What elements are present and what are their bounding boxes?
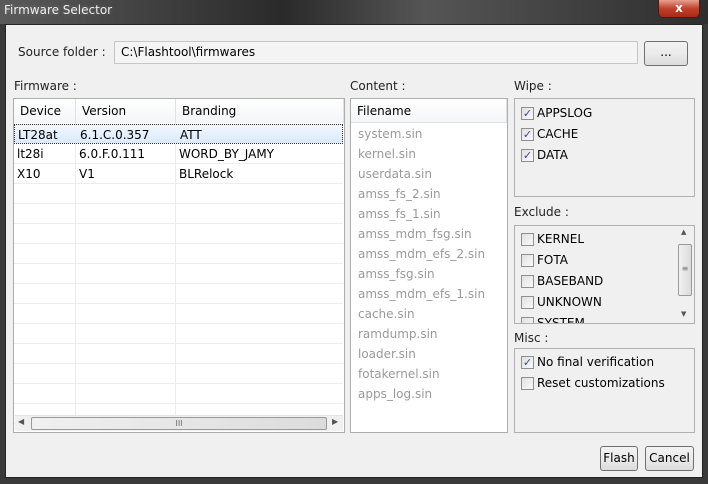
column-device[interactable]: Device — [14, 99, 76, 123]
source-folder-input[interactable]: C:\Flashtool\firmwares — [114, 41, 638, 64]
scroll-left-icon[interactable]: ◀ — [18, 417, 24, 426]
checkbox-icon[interactable]: ✓ — [521, 355, 534, 369]
table-row[interactable]: LT28at 6.1.C.0.357 ATT — [14, 124, 343, 144]
checkbox-label: APPSLOG — [537, 106, 593, 120]
title-bar[interactable]: Firmware Selector x — [0, 0, 708, 24]
file-item[interactable]: amss_mdm_efs_1.sin — [358, 287, 485, 301]
wipe-label: Wipe : — [514, 79, 552, 93]
horizontal-scrollbar[interactable]: ◀ III ▶ — [15, 415, 343, 431]
checkbox-label: BASEBAND — [537, 274, 604, 288]
checkbox-label: CACHE — [537, 127, 579, 141]
scroll-thumb[interactable]: ≡ — [678, 244, 692, 296]
branding-cell: ATT — [180, 128, 202, 142]
checkbox-appslog[interactable]: ✓ APPSLOG — [521, 106, 592, 120]
table-row[interactable]: lt28i 6.0.F.0.111 WORD_BY_JAMY — [14, 144, 343, 164]
file-item[interactable]: userdata.sin — [358, 167, 432, 181]
checkbox-label: DATA — [537, 148, 568, 162]
checkbox-icon[interactable]: ✓ — [521, 106, 534, 120]
device-cell: LT28at — [18, 128, 58, 142]
checkbox-data[interactable]: ✓ DATA — [521, 148, 568, 162]
misc-group: ✓ No final verification Reset customizatio… — [514, 348, 695, 433]
source-folder-label: Source folder : — [18, 45, 106, 59]
checkbox-icon[interactable] — [521, 253, 534, 267]
version-cell: 6.0.F.0.111 — [79, 147, 146, 161]
empty-row — [14, 224, 343, 244]
file-item[interactable]: amss_fs_2.sin — [358, 187, 441, 201]
empty-row — [14, 324, 343, 344]
device-cell: lt28i — [17, 147, 44, 161]
file-item[interactable]: amss_fsg.sin — [358, 267, 435, 281]
scroll-up-icon[interactable]: ▲ — [681, 228, 686, 236]
empty-row — [14, 284, 343, 304]
checkbox-label: Reset customizations — [537, 376, 665, 390]
empty-row — [14, 364, 343, 384]
checkbox-label: KERNEL — [537, 232, 585, 246]
empty-row — [14, 184, 343, 204]
file-item[interactable]: fotakernel.sin — [358, 367, 440, 381]
checkbox-icon[interactable] — [521, 295, 534, 309]
empty-row — [14, 204, 343, 224]
exclude-group: KERNEL FOTA BASEBAND UNKNOWN SYSTEM ▲ ≡ ▼ — [514, 225, 695, 324]
firmware-table[interactable]: Device Version Branding LT28at 6.1.C.0.35… — [13, 98, 345, 433]
cancel-button[interactable]: Cancel — [645, 446, 694, 471]
checkbox-no-final-verification[interactable]: ✓ No final verification — [521, 355, 654, 369]
checkbox-icon[interactable] — [521, 376, 534, 390]
scroll-down-icon[interactable]: ▼ — [681, 310, 686, 318]
checkbox-label: FOTA — [537, 253, 568, 267]
empty-row — [14, 304, 343, 324]
checkbox-icon[interactable]: ✓ — [521, 127, 534, 141]
empty-row — [14, 244, 343, 264]
checkbox-label: UNKNOWN — [537, 295, 602, 309]
checkbox-system[interactable]: SYSTEM — [521, 316, 585, 324]
flash-button[interactable]: Flash — [600, 446, 638, 471]
empty-row — [14, 264, 343, 284]
wipe-group: ✓ APPSLOG ✓ CACHE ✓ DATA — [514, 98, 695, 197]
checkbox-cache[interactable]: ✓ CACHE — [521, 127, 578, 141]
checkbox-baseband[interactable]: BASEBAND — [521, 274, 603, 288]
file-item[interactable]: cache.sin — [358, 307, 415, 321]
file-item[interactable]: amss_mdm_fsg.sin — [358, 227, 472, 241]
checkbox-reset-customizations[interactable]: Reset customizations — [521, 376, 665, 390]
column-filename[interactable]: Filename — [351, 99, 507, 123]
checkbox-icon[interactable] — [521, 232, 534, 246]
content-list[interactable]: Filename system.sin kernel.sin userdata.si… — [350, 98, 508, 433]
misc-label: Misc : — [514, 331, 549, 345]
device-cell: X10 — [17, 167, 41, 181]
checkbox-label: SYSTEM — [537, 316, 585, 324]
file-item[interactable]: ramdump.sin — [358, 327, 438, 341]
checkbox-kernel[interactable]: KERNEL — [521, 232, 584, 246]
branding-cell: BLRelock — [179, 167, 234, 181]
dialog-body: Source folder : C:\Flashtool\firmwares .… — [5, 24, 703, 478]
checkbox-icon[interactable] — [521, 316, 534, 323]
checkbox-icon[interactable] — [521, 274, 534, 288]
empty-row — [14, 384, 343, 404]
checkbox-fota[interactable]: FOTA — [521, 253, 568, 267]
close-button[interactable]: x — [658, 0, 700, 18]
exclude-label: Exclude : — [514, 205, 569, 219]
file-item[interactable]: amss_mdm_efs_2.sin — [358, 247, 485, 261]
file-item[interactable]: apps_log.sin — [358, 387, 432, 401]
firmware-label: Firmware : — [14, 79, 77, 93]
table-row[interactable]: X10 V1 BLRelock — [14, 164, 343, 184]
file-item[interactable]: kernel.sin — [358, 147, 416, 161]
version-cell: 6.1.C.0.357 — [80, 128, 150, 142]
version-cell: V1 — [79, 167, 95, 181]
empty-row — [14, 344, 343, 364]
file-item[interactable]: system.sin — [358, 127, 422, 141]
file-item[interactable]: loader.sin — [358, 347, 416, 361]
checkbox-unknown[interactable]: UNKNOWN — [521, 295, 602, 309]
file-item[interactable]: amss_fs_1.sin — [358, 207, 441, 221]
column-branding[interactable]: Branding — [176, 99, 344, 123]
scroll-right-icon[interactable]: ▶ — [332, 417, 338, 426]
column-version[interactable]: Version — [76, 99, 176, 123]
branding-cell: WORD_BY_JAMY — [179, 147, 275, 161]
exclude-scrollbar[interactable]: ▲ ≡ ▼ — [677, 226, 694, 323]
scroll-thumb[interactable]: III — [31, 417, 327, 430]
browse-button[interactable]: ... — [644, 41, 688, 66]
window-title: Firmware Selector — [4, 3, 113, 17]
checkbox-icon[interactable]: ✓ — [521, 148, 534, 162]
checkbox-label: No final verification — [537, 355, 655, 369]
content-label: Content : — [350, 79, 406, 93]
